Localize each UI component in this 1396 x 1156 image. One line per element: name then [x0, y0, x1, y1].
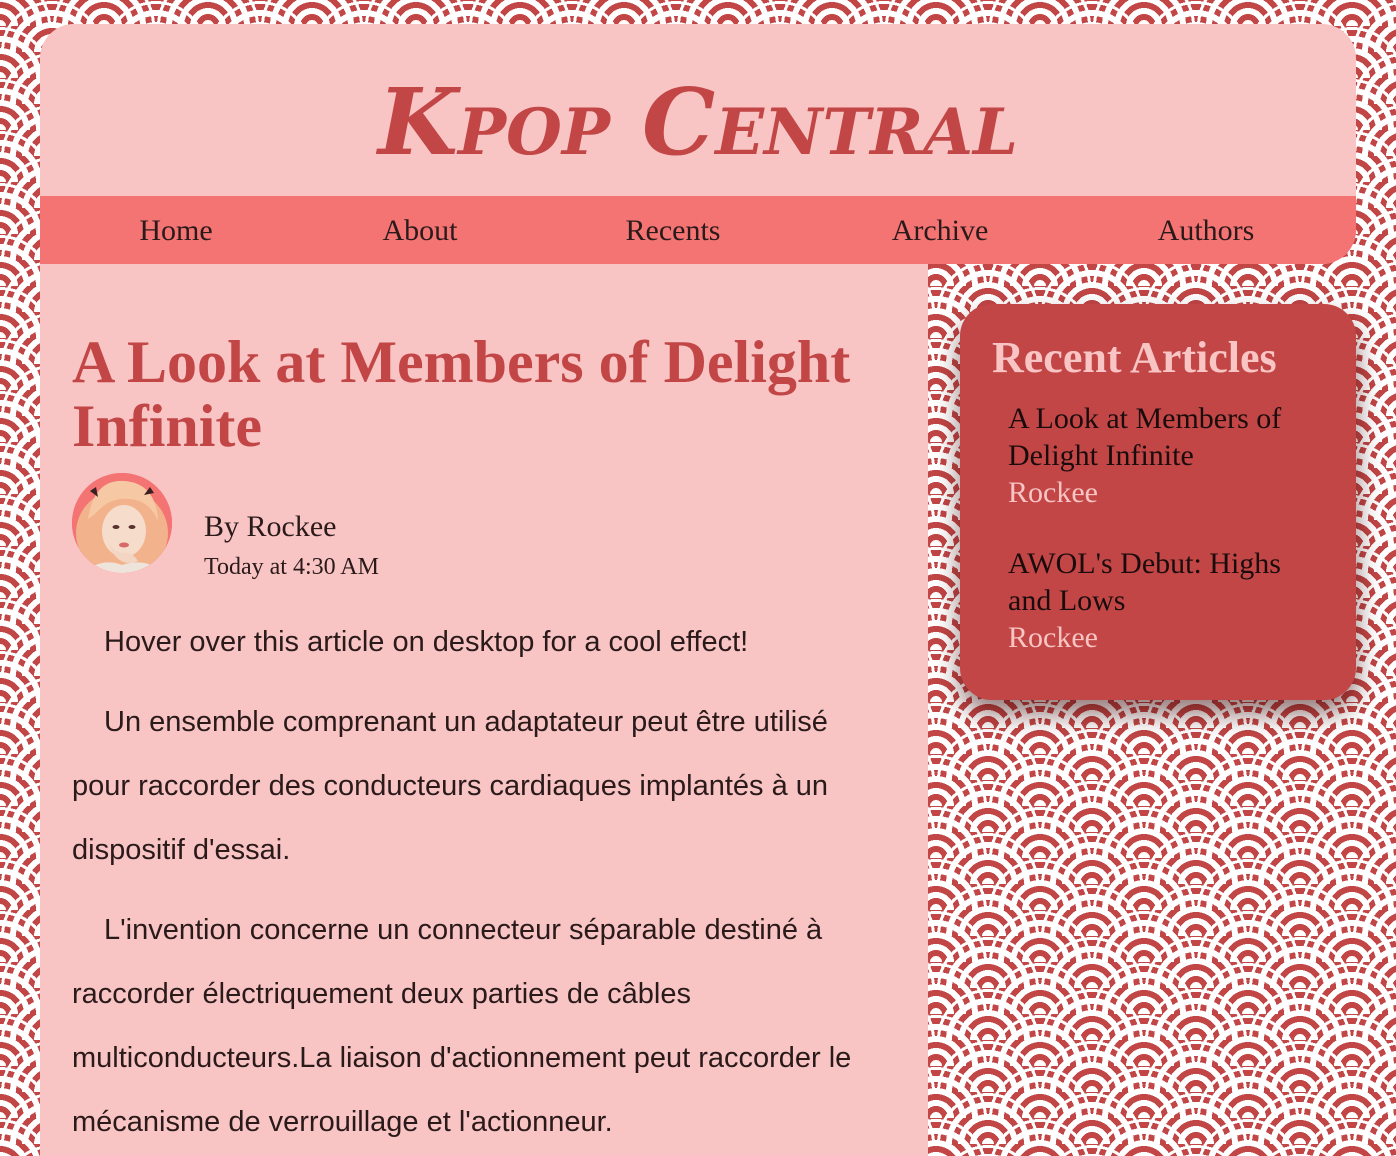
nav-item-recents[interactable]: Recents	[626, 214, 721, 248]
nav-item-about[interactable]: About	[383, 214, 458, 248]
recent-articles-heading: Recent Articles	[992, 333, 1277, 382]
article-paragraph: L'invention concerne un connecteur sépar…	[72, 914, 852, 1138]
article-timestamp: Today at 4:30 AM	[204, 554, 379, 580]
article-paragraph: Hover over this article on desktop for a…	[104, 626, 749, 658]
main-nav: Home About Recents Archive Authors	[40, 196, 1356, 264]
recent-articles-panel: Recent Articles A Look at Members of Del…	[960, 304, 1356, 700]
article-body: Hover over this article on desktop for a…	[72, 610, 892, 1156]
recent-article-item[interactable]: AWOL's Debut: Highs and Lows Rockee	[1008, 545, 1328, 656]
article-byline: By Rockee	[204, 510, 337, 543]
recent-article-author[interactable]: Rockee	[1008, 474, 1328, 511]
nav-item-home[interactable]: Home	[139, 214, 212, 248]
recent-article-author[interactable]: Rockee	[1008, 619, 1328, 656]
recent-articles-list: A Look at Members of Delight Infinite Ro…	[1008, 400, 1328, 690]
site-title[interactable]: Kpop Central	[40, 76, 1356, 168]
nav-item-archive[interactable]: Archive	[892, 214, 989, 248]
author-avatar	[72, 473, 172, 573]
recent-article-title[interactable]: A Look at Members of Delight Infinite	[1008, 400, 1328, 474]
article-paragraph: Un ensemble comprenant un adaptateur peu…	[72, 706, 829, 866]
article-title: A Look at Members of Delight Infinite	[72, 329, 851, 459]
article-panel: A Look at Members of Delight Infinite By…	[40, 264, 928, 1156]
avatar-portrait-icon	[72, 473, 172, 573]
site-header: Kpop Central Home About Recents Archive …	[40, 24, 1356, 264]
recent-article-item[interactable]: A Look at Members of Delight Infinite Ro…	[1008, 400, 1328, 511]
nav-item-authors[interactable]: Authors	[1158, 214, 1255, 248]
recent-article-title[interactable]: AWOL's Debut: Highs and Lows	[1008, 545, 1328, 619]
